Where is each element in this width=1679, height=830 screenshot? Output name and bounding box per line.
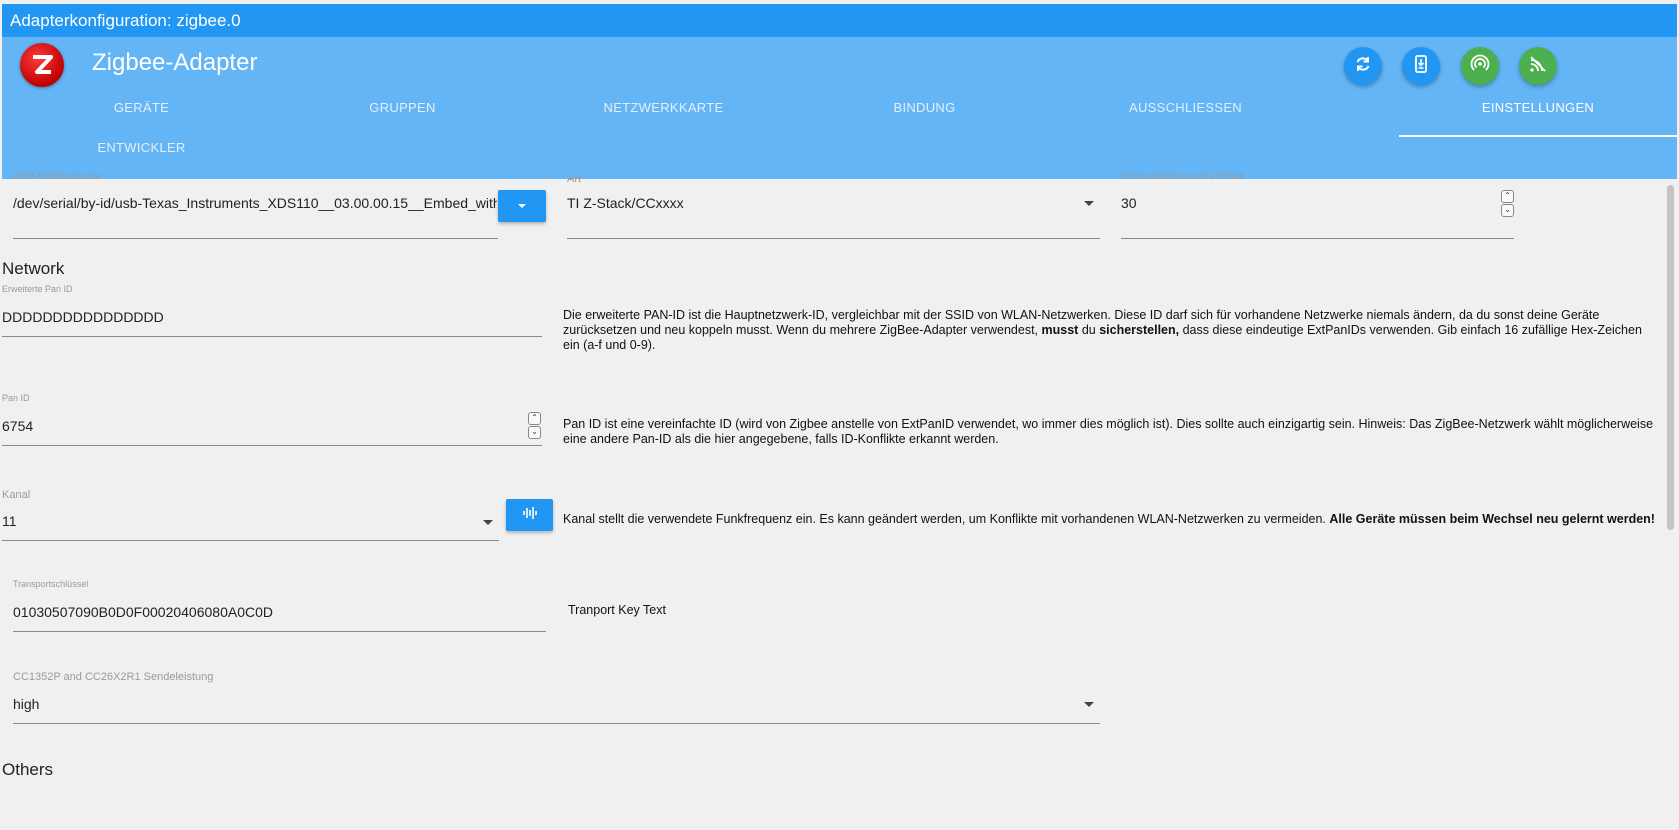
app-header: Zigbee-Adapter GERÄTE GRUPPEN NETZWERKKA… [2, 37, 1677, 179]
ext-pan-id-description: Die erweiterte PAN-ID ist die Hauptnetzw… [563, 308, 1642, 352]
transport-key-underline [13, 631, 546, 632]
tx-power-label: CC1352P and CC26X2R1 Sendeleistung [13, 671, 214, 683]
tx-power-underline [13, 723, 1100, 724]
tab-developer[interactable]: ENTWICKLER [2, 138, 281, 158]
transport-key-input[interactable]: 01030507090B0D0F00020406080A0C0D [13, 604, 513, 620]
window-title: Adapterkonfiguration: zigbee.0 [10, 11, 241, 30]
com-port-dropdown-button[interactable] [498, 190, 546, 222]
com-port-label: COM-Anschlussname [13, 171, 101, 181]
timer-stepper[interactable]: ⌃ ⌄ [1501, 190, 1514, 217]
transport-key-description: Tranport Key Text [568, 603, 666, 617]
network-section-title: Network [2, 259, 65, 278]
signal-icon [1470, 54, 1490, 79]
app-title: Zigbee-Adapter [92, 49, 258, 76]
ext-pan-id-label: Erweiterte Pan ID [2, 284, 73, 294]
pan-id-input[interactable]: 6754 [2, 418, 502, 434]
zigbee-logo [20, 43, 64, 87]
art-label: Art [567, 173, 582, 185]
chevron-down-icon [518, 204, 526, 208]
pan-id-description: Pan ID ist eine vereinfachte ID (wird vo… [563, 417, 1654, 446]
channel-dropdown-caret-icon[interactable] [483, 520, 493, 525]
settings-panel: COM-Anschlussname /dev/serial/by-id/usb-… [0, 171, 1664, 830]
permit-join-icon [1528, 54, 1548, 79]
vertical-scrollbar[interactable] [1665, 179, 1677, 830]
timer-label: Timer zwischen 0 und 255 Sek [1121, 171, 1244, 181]
timer-input[interactable]: 30 [1121, 195, 1321, 211]
pan-id-label: Pan ID [2, 393, 30, 403]
timer-underline [1121, 238, 1514, 239]
tab-devices[interactable]: GERÄTE [2, 98, 281, 118]
channel-scan-button[interactable] [506, 499, 553, 531]
permit-join-button[interactable] [1519, 47, 1557, 85]
tab-settings[interactable]: EINSTELLUNGEN [1399, 98, 1677, 118]
others-section-title: Others [2, 760, 54, 779]
tab-binding[interactable]: BINDUNG [785, 98, 1064, 118]
ext-pan-id-underline [2, 336, 542, 337]
refresh-icon [1353, 54, 1373, 79]
channel-description: Kanal stellt die verwendete Funkfrequenz… [563, 512, 1655, 526]
download-icon [1411, 54, 1431, 79]
tab-network-map[interactable]: NETZWERKKARTE [524, 98, 803, 118]
channel-select[interactable]: 11 [2, 513, 452, 529]
art-underline [567, 238, 1100, 239]
channel-underline [2, 540, 499, 541]
ext-pan-id-input[interactable]: DDDDDDDDDDDDDDDD [2, 309, 502, 325]
backup-download-button[interactable] [1402, 47, 1440, 85]
refresh-button[interactable] [1344, 47, 1382, 85]
tab-exclude[interactable]: AUSSCHLIESSEN [1046, 98, 1325, 118]
audio-wave-icon [522, 506, 538, 525]
transport-key-label: Transportschlüssel [13, 579, 89, 589]
tab-groups[interactable]: GRUPPEN [263, 98, 542, 118]
scrollbar-thumb[interactable] [1667, 185, 1674, 530]
signal-button[interactable] [1461, 47, 1499, 85]
window-title-bar: Adapterkonfiguration: zigbee.0 [2, 4, 1677, 37]
channel-label: Kanal [2, 489, 31, 501]
pan-id-underline [2, 445, 542, 446]
art-select[interactable]: TI Z-Stack/CCxxxx [567, 195, 1067, 211]
com-port-underline [13, 238, 498, 239]
tx-power-select[interactable]: high [13, 696, 1063, 712]
tx-power-dropdown-caret-icon[interactable] [1084, 702, 1094, 707]
com-port-input[interactable]: /dev/serial/by-id/usb-Texas_Instruments_… [13, 195, 497, 211]
active-tab-indicator [1399, 135, 1677, 137]
pan-id-stepper[interactable]: ⌃ ⌄ [528, 412, 541, 439]
art-dropdown-caret-icon[interactable] [1084, 201, 1094, 206]
